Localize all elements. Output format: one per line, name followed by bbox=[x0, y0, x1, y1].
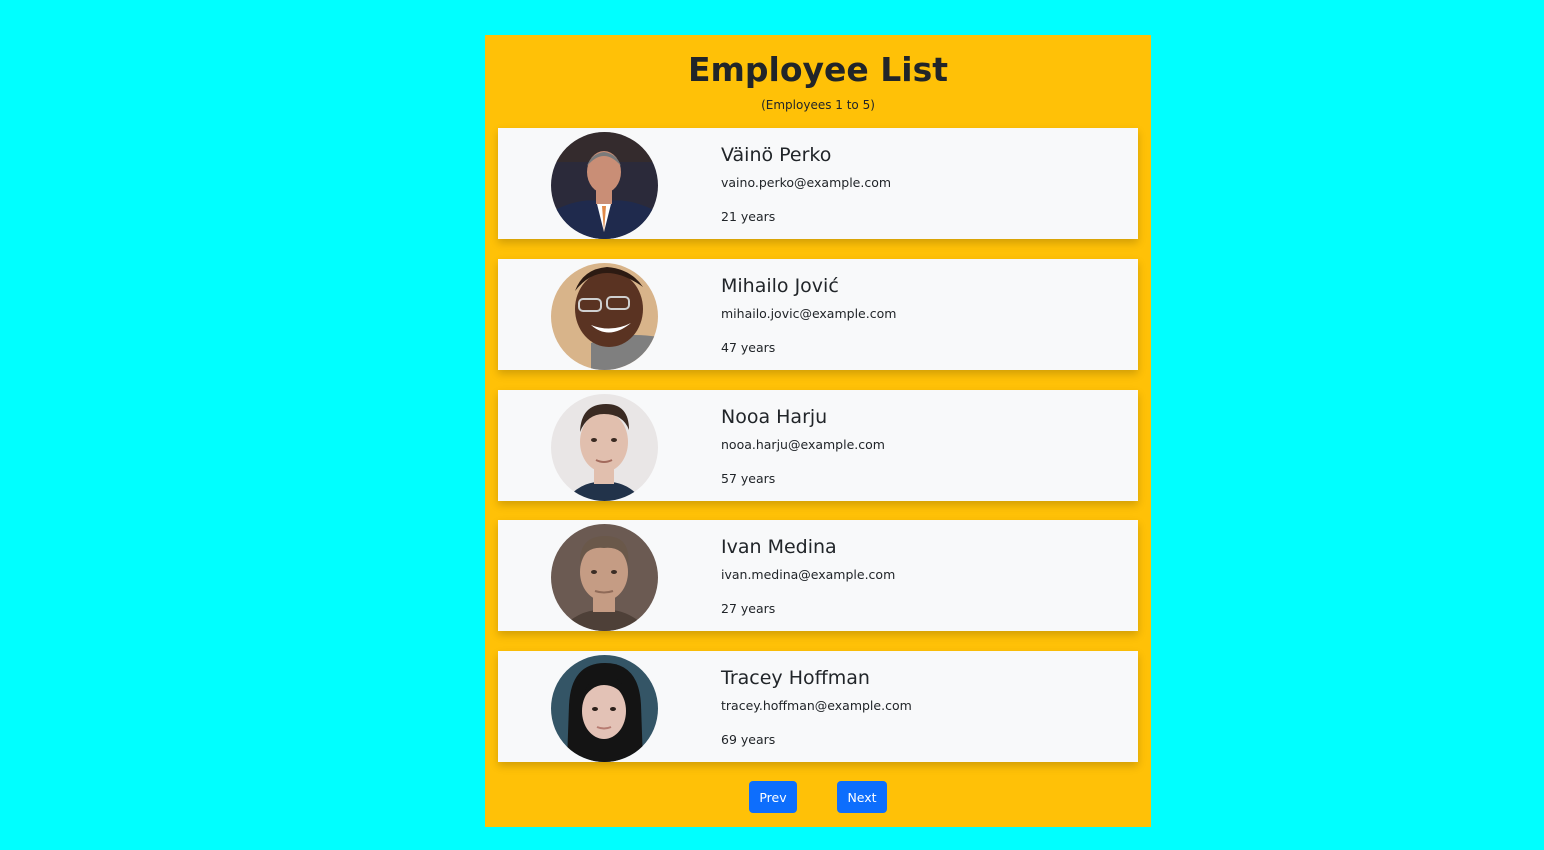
avatar bbox=[551, 524, 658, 631]
employee-name: Tracey Hoffman bbox=[721, 667, 870, 689]
employee-card: Mihailo Jović mihailo.jovic@example.com … bbox=[498, 259, 1138, 370]
employee-age: 21 years bbox=[721, 209, 776, 224]
employee-age: 47 years bbox=[721, 340, 776, 355]
avatar bbox=[551, 132, 658, 239]
employee-name: Ivan Medina bbox=[721, 536, 837, 558]
page-subtitle: (Employees 1 to 5) bbox=[761, 98, 875, 112]
employee-email: mihailo.jovic@example.com bbox=[721, 306, 897, 321]
employee-email: tracey.hoffman@example.com bbox=[721, 698, 912, 713]
avatar-photo-icon bbox=[551, 263, 658, 370]
employee-email: nooa.harju@example.com bbox=[721, 437, 885, 452]
employee-name: Väinö Perko bbox=[721, 144, 832, 166]
employee-age: 69 years bbox=[721, 732, 776, 747]
avatar-photo-icon bbox=[551, 132, 658, 239]
employee-age: 27 years bbox=[721, 601, 776, 616]
avatar bbox=[551, 394, 658, 501]
avatar-photo-icon bbox=[551, 394, 658, 501]
next-button[interactable]: Next bbox=[837, 781, 887, 813]
employee-email: ivan.medina@example.com bbox=[721, 567, 896, 582]
avatar bbox=[551, 263, 658, 370]
page-title: Employee List bbox=[687, 50, 949, 89]
employee-list-panel: Employee List (Employees 1 to 5) Väinö P… bbox=[485, 35, 1151, 827]
avatar bbox=[551, 655, 658, 762]
employee-card: Nooa Harju nooa.harju@example.com 57 yea… bbox=[498, 390, 1138, 501]
employee-name: Nooa Harju bbox=[721, 406, 828, 428]
employee-card: Ivan Medina ivan.medina@example.com 27 y… bbox=[498, 520, 1138, 631]
employee-email: vaino.perko@example.com bbox=[721, 175, 892, 190]
prev-button[interactable]: Prev bbox=[749, 781, 797, 813]
employee-card: Väinö Perko vaino.perko@example.com 21 y… bbox=[498, 128, 1138, 239]
avatar-photo-icon bbox=[551, 655, 658, 762]
employee-card: Tracey Hoffman tracey.hoffman@example.co… bbox=[498, 651, 1138, 762]
avatar-photo-icon bbox=[551, 524, 658, 631]
employee-age: 57 years bbox=[721, 471, 776, 486]
employee-name: Mihailo Jović bbox=[721, 275, 839, 297]
